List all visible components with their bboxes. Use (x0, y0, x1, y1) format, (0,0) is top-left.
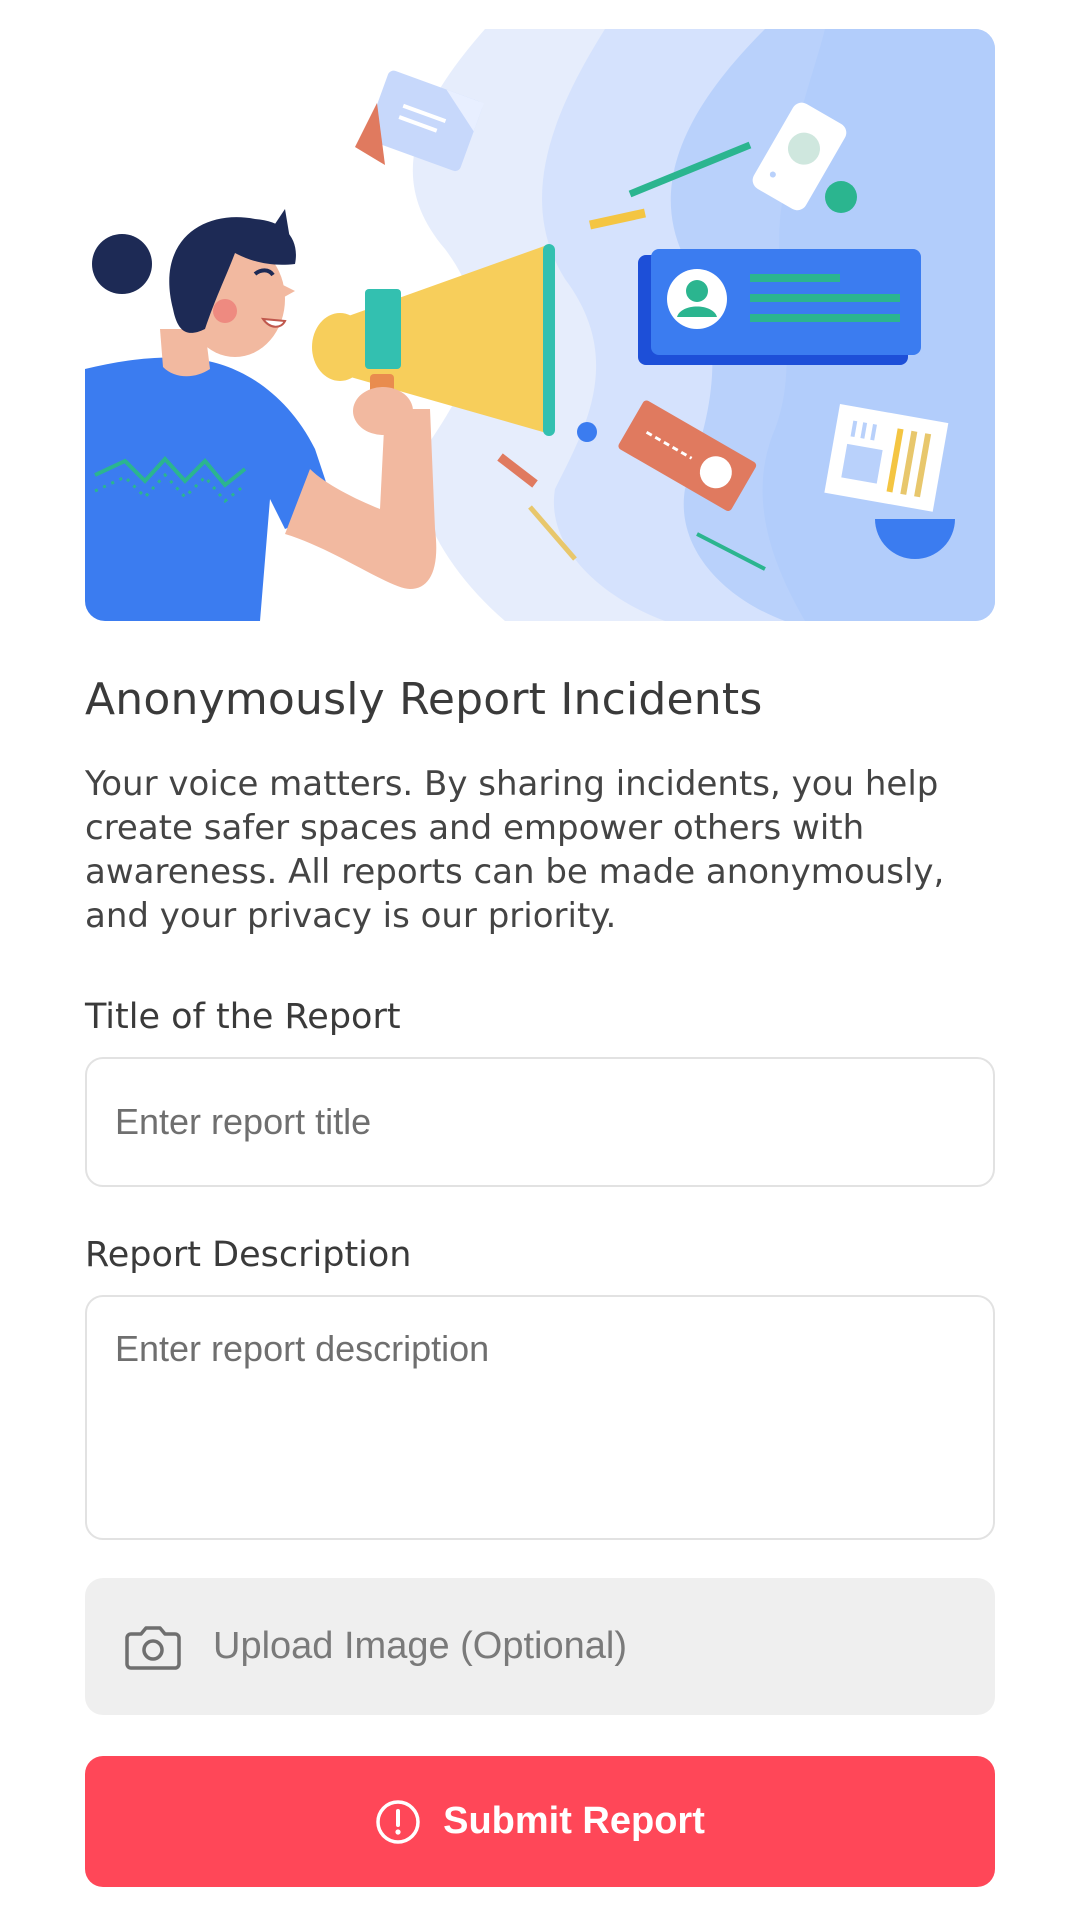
page-title: Anonymously Report Incidents (85, 674, 763, 725)
submit-report-button[interactable]: Submit Report (85, 1756, 995, 1887)
description-label: Report Description (85, 1235, 412, 1275)
camera-icon (125, 1624, 181, 1670)
title-label: Title of the Report (85, 997, 401, 1037)
upload-image-button[interactable]: Upload Image (Optional) (85, 1578, 995, 1715)
hero-illustration (85, 29, 995, 621)
report-description-input[interactable] (85, 1295, 995, 1540)
intro-text: Your voice matters. By sharing incidents… (85, 764, 945, 936)
report-title-input[interactable] (85, 1057, 995, 1187)
upload-image-label: Upload Image (Optional) (213, 1625, 627, 1667)
alert-circle-icon (375, 1799, 421, 1845)
megaphone-illustration (85, 29, 995, 621)
submit-report-label: Submit Report (443, 1800, 705, 1842)
